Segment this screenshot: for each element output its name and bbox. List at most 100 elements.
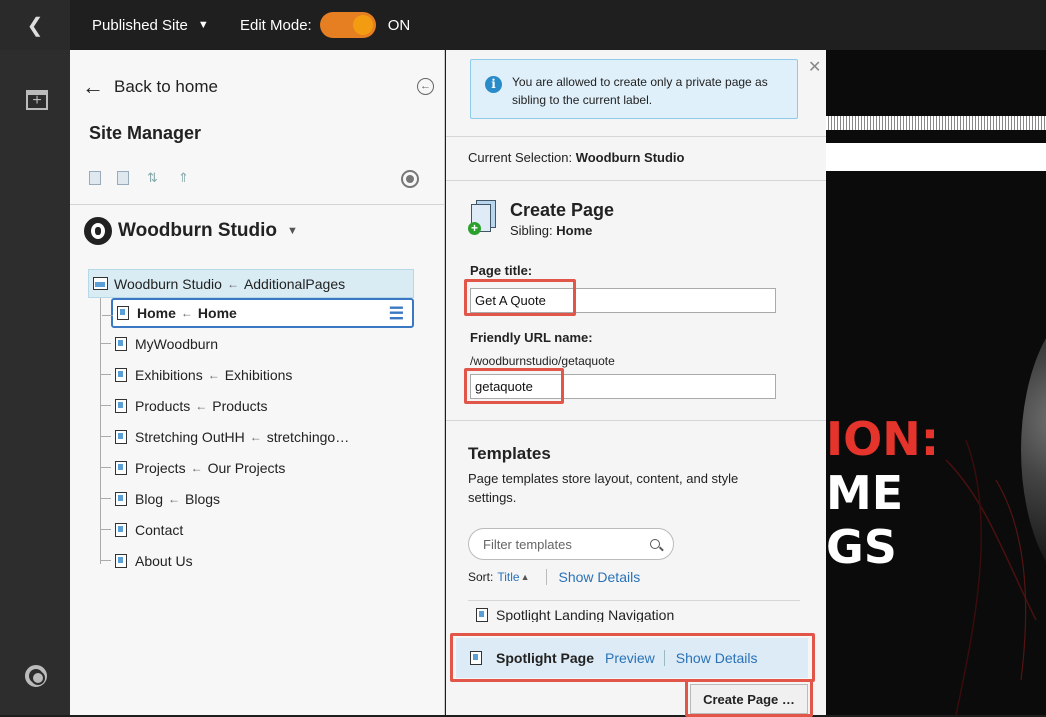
current-selection-label: Current Selection: <box>468 150 573 165</box>
new-page-icon[interactable] <box>89 171 101 185</box>
tree-node-alias: Home <box>197 305 237 321</box>
back-to-home-link[interactable]: ← Back to home <box>82 74 218 100</box>
templates-heading: Templates <box>468 444 551 463</box>
alias-arrow-icon: ← <box>168 491 181 506</box>
page-icon <box>115 336 127 351</box>
tree-item-blog[interactable]: Blog ← Blogs <box>88 483 414 514</box>
tree-node-label: Home <box>137 305 176 321</box>
page-icon <box>115 522 127 537</box>
edit-mode-toggle[interactable] <box>319 12 376 38</box>
move-icon[interactable]: ⇑ <box>176 170 191 185</box>
sort-row: Sort: Title ▲ Show Details <box>468 569 640 585</box>
page-icon <box>115 460 127 475</box>
site-manager-panel: ← Back to home ← Site Manager ⇅ ⇑ Woodbu… <box>70 50 445 715</box>
tree-tick <box>100 560 111 561</box>
hamburger-menu-icon[interactable]: ☰ <box>389 304 404 324</box>
preview-band <box>826 116 1046 130</box>
alias-arrow-icon: ← <box>180 306 193 320</box>
highlight-box <box>464 279 576 316</box>
top-toolbar: ❮ Published Site ▼ Edit Mode: ON <box>0 0 1046 50</box>
templates-description: Page templates store layout, content, an… <box>468 471 739 505</box>
info-icon: i <box>485 76 502 93</box>
headline-line-3: GS <box>826 520 897 574</box>
lifebuoy-icon[interactable] <box>25 665 47 687</box>
tree-node-label: Products <box>135 397 191 414</box>
settings-icon[interactable] <box>401 170 419 188</box>
folder-icon <box>93 277 108 290</box>
tree-item-stretching-outhh[interactable]: Stretching OutHH ← stretchingo… <box>88 421 414 452</box>
left-rail: + <box>0 50 70 715</box>
tree-item-about-us[interactable]: About Us <box>88 545 414 576</box>
preview-headline: ION: ME GS <box>826 412 1046 574</box>
close-icon[interactable]: ✕ <box>808 57 821 77</box>
tree-item-products[interactable]: Products ← Products <box>88 390 414 421</box>
alias-arrow-icon: ← <box>207 367 220 382</box>
tree-node-label: Projects <box>135 459 186 476</box>
template-item-spotlight-landing-navigation[interactable]: Spotlight Landing Navigation <box>476 608 674 622</box>
page-icon <box>115 367 127 382</box>
site-preview: ION: ME GS <box>826 50 1046 715</box>
tree-item-projects[interactable]: Projects ← Our Projects <box>88 452 414 483</box>
tree-root-node[interactable]: Woodburn Studio ← AdditionalPages <box>88 269 414 298</box>
move-up-down-icon[interactable]: ⇅ <box>145 170 160 185</box>
edit-mode-label: Edit Mode: <box>240 16 312 34</box>
tree-tick <box>100 467 111 468</box>
tree-node-label: Blog <box>135 490 164 507</box>
template-name: Spotlight Landing Navigation <box>496 608 675 622</box>
sibling-info: Sibling: Home <box>510 223 614 238</box>
tree-item-mywoodburn[interactable]: MyWoodburn <box>88 328 414 359</box>
sort-ascending-icon: ▲ <box>520 572 530 582</box>
tree-node-alias: Exhibitions <box>224 366 293 383</box>
published-site-label: Published Site <box>92 16 188 34</box>
page-title-label: Page title: <box>470 263 533 278</box>
headline-line-1: ION: <box>826 412 940 466</box>
tree-node-label: MyWoodburn <box>135 335 219 352</box>
highlight-box <box>685 679 813 717</box>
alias-arrow-icon: ← <box>190 460 203 475</box>
collapse-chevron-left-icon[interactable]: ❮ <box>0 0 70 50</box>
show-details-link[interactable]: Show Details <box>559 569 641 585</box>
tree-node-label: Exhibitions <box>135 366 203 383</box>
create-page-panel: i You are allowed to create only a priva… <box>446 50 826 717</box>
site-manager-toolbar: ⇅ ⇑ <box>89 170 191 185</box>
arrow-left-icon: ← <box>82 74 104 99</box>
info-message: i You are allowed to create only a priva… <box>470 59 798 119</box>
page-tree: Woodburn Studio ← AdditionalPages Home ←… <box>88 269 414 576</box>
sort-by-title-link[interactable]: Title <box>497 570 519 584</box>
tree-tick <box>102 315 113 316</box>
tree-node-label: About Us <box>135 552 193 569</box>
separator <box>545 569 547 585</box>
tree-tick <box>100 405 111 406</box>
globe-icon <box>84 217 112 245</box>
filter-templates-input[interactable] <box>468 528 674 560</box>
site-name: Woodburn Studio <box>118 220 277 241</box>
tree-item-exhibitions[interactable]: Exhibitions ← Exhibitions <box>88 359 414 390</box>
tree-tick <box>100 343 111 344</box>
site-selector[interactable]: Woodburn Studio ▼ <box>84 217 298 245</box>
page-icon <box>476 608 488 622</box>
add-panel-icon[interactable]: + <box>26 90 48 110</box>
tree-node-alias: stretchingo… <box>266 428 350 445</box>
friendly-url-path: /woodburnstudio/getaquote <box>470 354 615 368</box>
published-site-dropdown[interactable]: Published Site ▼ <box>92 0 209 50</box>
preview-white-bar <box>826 143 1046 171</box>
alias-arrow-icon: ← <box>195 398 208 413</box>
page-properties-icon[interactable] <box>117 171 129 185</box>
edit-mode-control: Edit Mode: ON <box>240 0 410 50</box>
site-manager-title: Site Manager <box>89 123 202 143</box>
tree-item-contact[interactable]: Contact <box>88 514 414 545</box>
tree-node-label: Stretching OutHH <box>135 428 245 445</box>
current-selection: Current Selection: Woodburn Studio <box>468 150 684 165</box>
caret-down-icon: ▼ <box>197 19 209 31</box>
highlight-box <box>464 368 564 404</box>
sibling-value: Home <box>556 223 593 238</box>
tree-node-alias: Blogs <box>185 490 221 507</box>
tree-item-home[interactable]: Home ← Home ☰ <box>102 298 414 328</box>
page-icon <box>117 306 129 320</box>
back-to-home-label: Back to home <box>114 77 218 96</box>
tree-node-alias: Our Projects <box>207 459 286 476</box>
divider <box>446 136 826 137</box>
search-icon[interactable] <box>650 539 660 549</box>
collapse-panel-icon[interactable]: ← <box>417 78 434 95</box>
create-page-icon: + <box>468 200 496 236</box>
